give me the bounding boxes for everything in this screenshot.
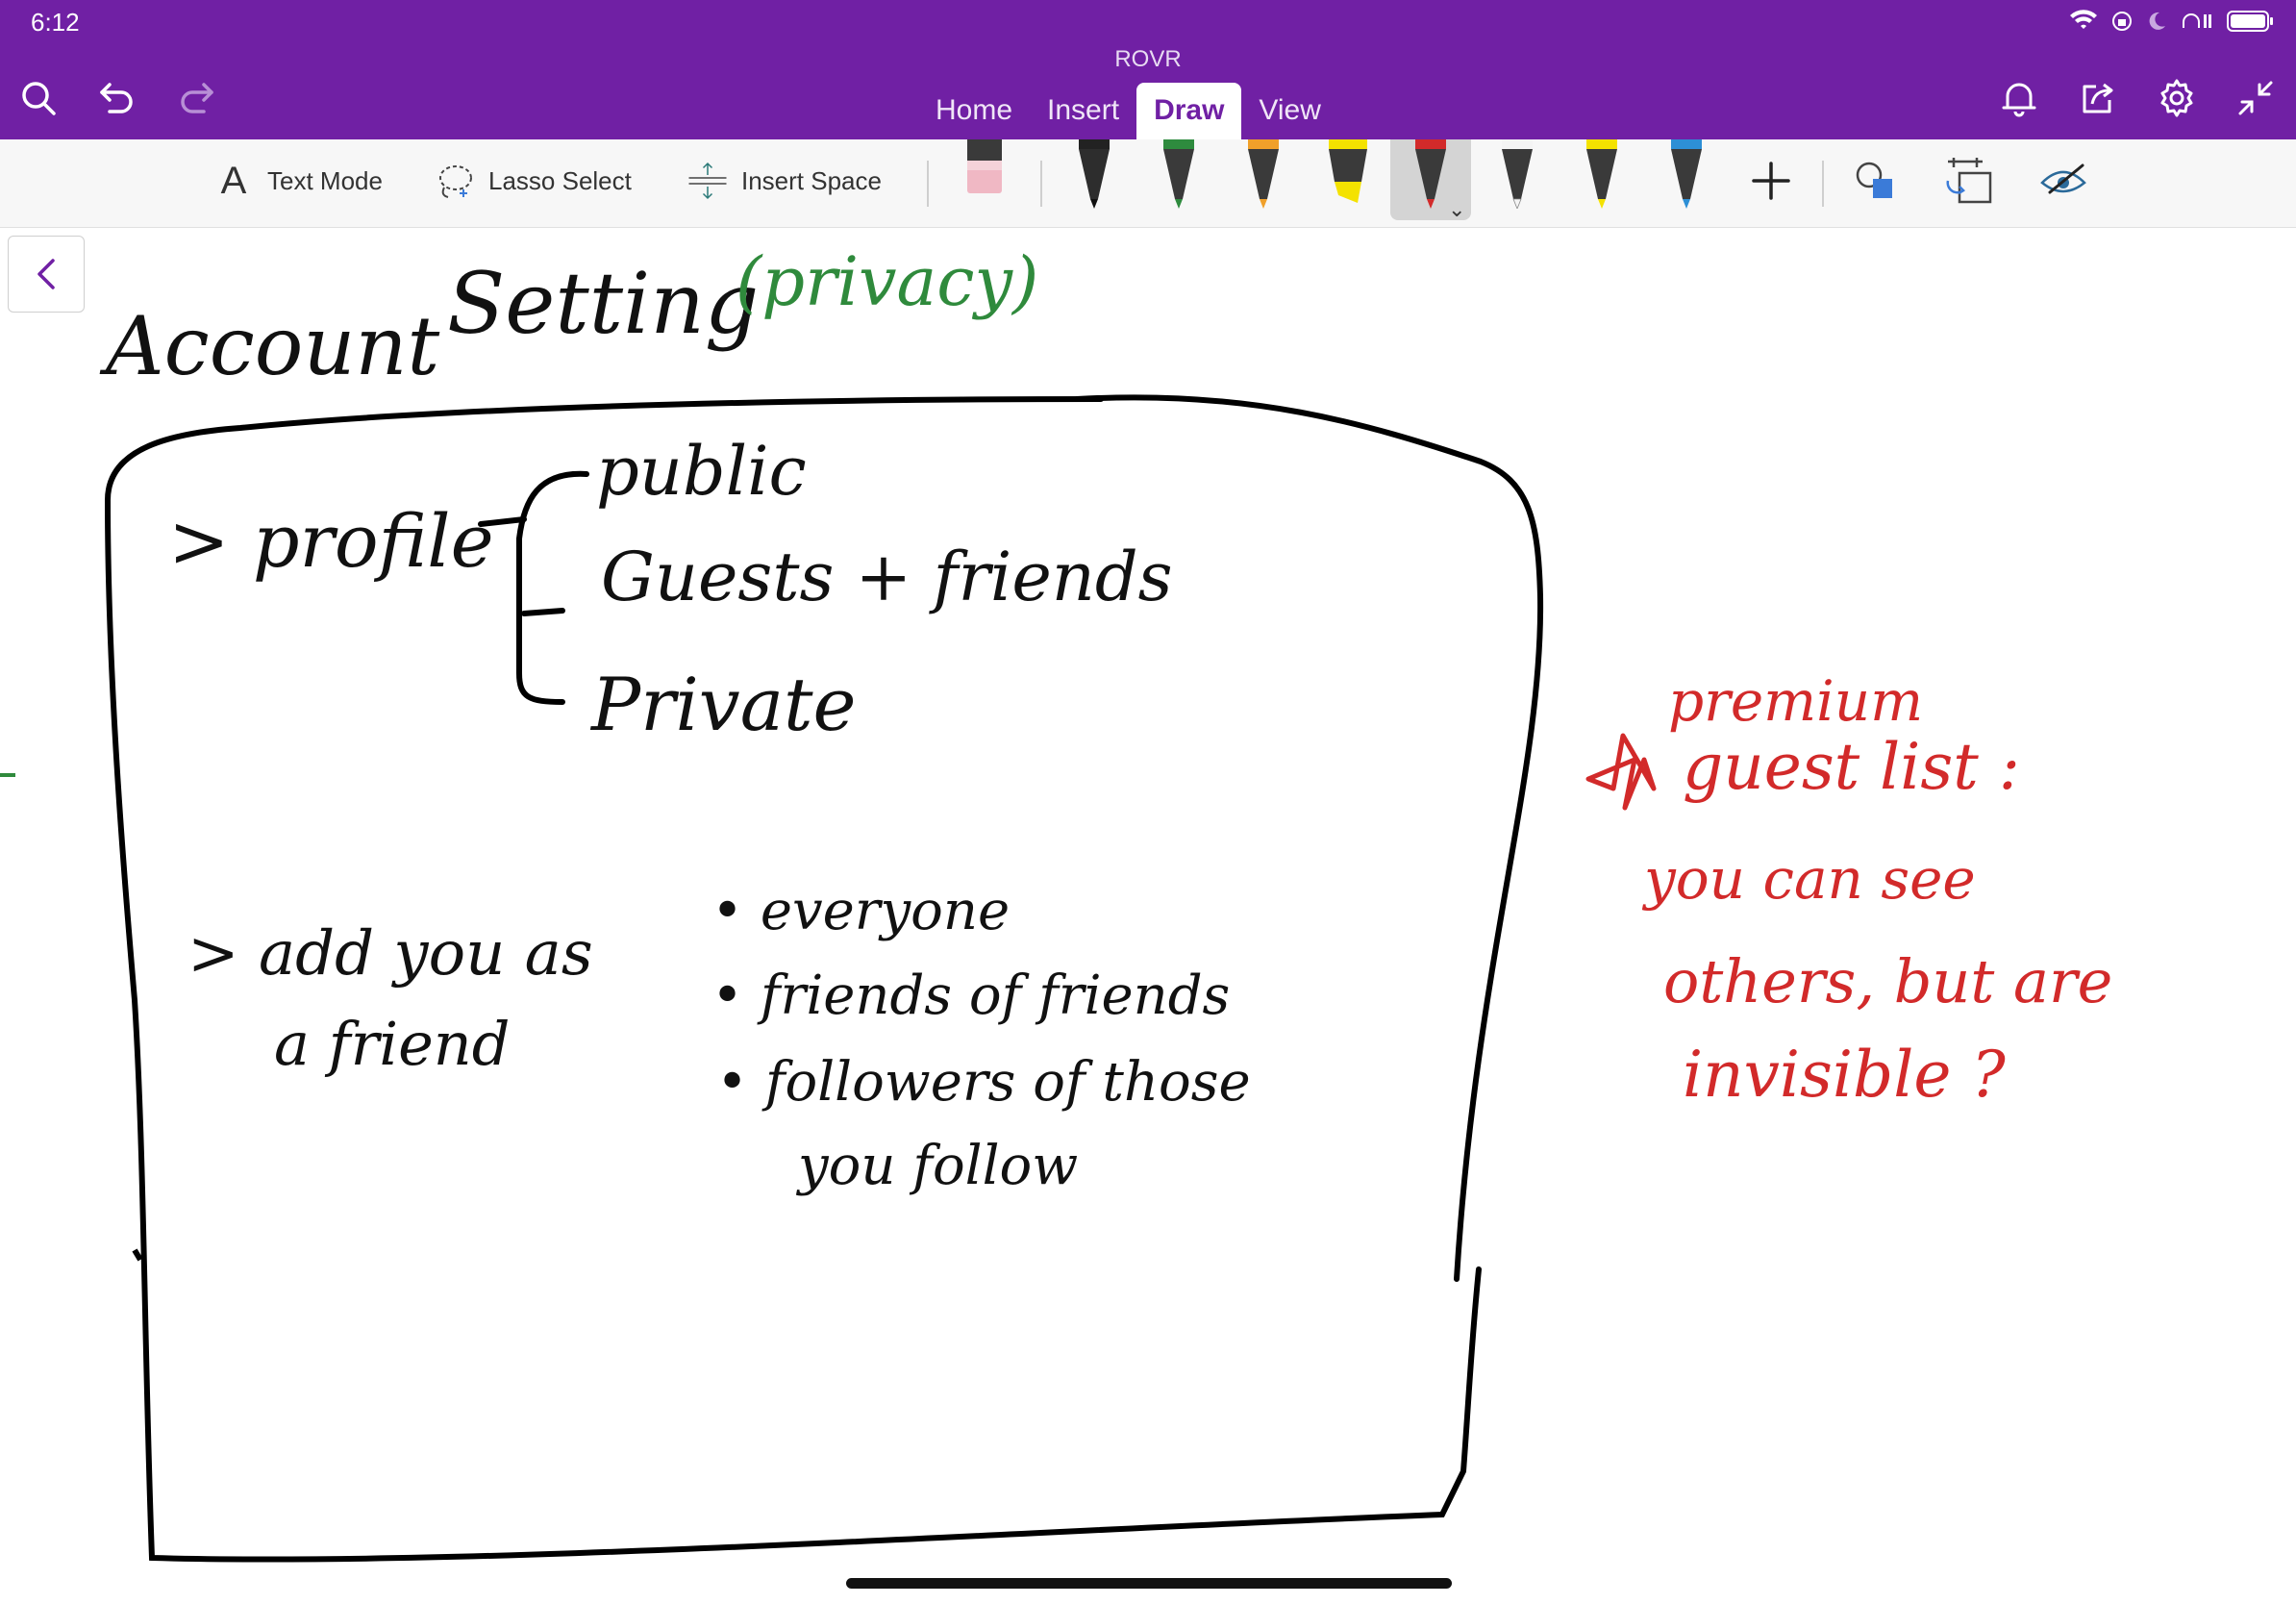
ink-to-shape-button[interactable]	[1942, 154, 1996, 208]
ink-add-you-as: > add you as	[187, 918, 593, 990]
ink-profile: > profile	[168, 498, 494, 584]
text-mode-button[interactable]: A Text Mode	[213, 157, 383, 205]
pen-yellow-tool[interactable]	[1573, 139, 1631, 209]
collapse-button[interactable]	[2234, 77, 2277, 119]
orientation-lock-icon	[2111, 11, 2133, 37]
ink-guest-list: guest list :	[1683, 730, 2021, 804]
bell-icon	[2002, 83, 2036, 117]
tab-view[interactable]: View	[1241, 83, 1337, 139]
ribbon-tabs: Home Insert Draw View	[918, 83, 1338, 139]
chevron-down-icon: ⌄	[1448, 197, 1466, 221]
battery-icon	[2227, 10, 2275, 38]
ink-followers: • followers of those	[716, 1051, 1251, 1114]
ink-setting: Setting	[447, 254, 760, 353]
highlighter-yellow-tool[interactable]	[1319, 139, 1377, 209]
shapes-icon	[1856, 162, 1892, 198]
pen-yellow-icon	[1586, 139, 1617, 209]
app-title: ROVR	[1114, 46, 1182, 72]
notifications-button[interactable]	[1998, 77, 2040, 119]
pencil-orange-icon	[1248, 139, 1279, 209]
insert-space-icon	[687, 161, 728, 201]
ink-premium: premium	[1668, 668, 1924, 734]
tab-insert[interactable]: Insert	[1030, 83, 1136, 139]
ink-friends-of-friends: • friends of friends	[711, 965, 1231, 1027]
ink-to-shape-icon	[1946, 158, 1992, 204]
redo-button[interactable]	[175, 77, 217, 119]
ink-drawing-box	[104, 394, 1657, 1563]
tab-home[interactable]: Home	[918, 83, 1030, 139]
lasso-select-label: Lasso Select	[488, 165, 632, 195]
status-time: 6:12	[31, 8, 80, 37]
ink-invisible: invisible ?	[1683, 1038, 2006, 1112]
ribbon-divider	[1822, 161, 1824, 207]
undo-icon	[100, 83, 133, 113]
tab-draw[interactable]: Draw	[1136, 83, 1242, 139]
collapse-icon	[2238, 81, 2273, 115]
moon-icon	[2146, 11, 2167, 37]
ink-a-friend: a friend	[274, 1009, 511, 1079]
eraser-tool[interactable]	[956, 139, 1013, 209]
insert-space-label: Insert Space	[741, 165, 882, 195]
plus-icon	[1752, 162, 1790, 200]
pen-green-icon	[1163, 139, 1194, 209]
ink-public: public	[596, 432, 807, 511]
share-icon	[2083, 83, 2113, 113]
home-indicator[interactable]	[846, 1578, 1452, 1589]
lasso-icon	[435, 161, 475, 201]
lasso-select-button[interactable]: Lasso Select	[435, 157, 632, 205]
wifi-icon	[2069, 10, 2098, 38]
undo-button[interactable]	[96, 77, 138, 119]
ink-privacy: (privacy)	[736, 242, 1039, 321]
pen-blue-icon	[1671, 139, 1702, 209]
insert-space-button[interactable]: Insert Space	[687, 157, 882, 205]
ink-you-follow: you follow	[798, 1135, 1079, 1197]
ink-you-can-see: you can see	[1644, 846, 1976, 912]
ink-private: Private	[591, 662, 857, 747]
hide-ink-button[interactable]	[2036, 154, 2090, 208]
pen-white-icon	[1502, 139, 1533, 211]
search-icon	[22, 82, 56, 115]
highlighter-icon	[1329, 139, 1367, 203]
ink-others-but-are: others, but are	[1663, 946, 2113, 1016]
pen-red-tool[interactable]: ⌄	[1390, 139, 1471, 221]
ink-guests-friends: Guests + friends	[601, 538, 1173, 616]
pen-black-icon	[1079, 139, 1110, 209]
status-icons	[2069, 10, 2275, 38]
shapes-button[interactable]	[1848, 154, 1902, 208]
ribbon-divider	[1040, 161, 1042, 207]
redo-icon	[181, 83, 213, 113]
headphones-icon	[2181, 11, 2213, 37]
pen-white-tool[interactable]	[1488, 139, 1546, 211]
eraser-icon	[967, 139, 1002, 193]
ink-account: Account	[106, 299, 440, 393]
pencil-orange-tool[interactable]	[1235, 139, 1292, 209]
eye-pen-icon	[2040, 163, 2086, 194]
settings-button[interactable]	[2156, 77, 2198, 119]
text-mode-label: Text Mode	[267, 165, 383, 195]
share-button[interactable]	[2077, 77, 2119, 119]
search-button[interactable]	[17, 77, 60, 119]
pen-blue-tool[interactable]	[1658, 139, 1715, 209]
app-header-bar: 6:12 ROVR Home Insert Draw View	[0, 0, 2296, 139]
pen-black-tool[interactable]	[1065, 139, 1123, 209]
ribbon-divider	[927, 161, 929, 207]
pen-green-tool[interactable]	[1150, 139, 1208, 209]
ink-everyone: • everyone	[711, 880, 1011, 942]
draw-ribbon: A Text Mode Lasso Select Insert Space ⌄	[0, 139, 2296, 228]
add-pen-button[interactable]	[1744, 154, 1798, 208]
gear-icon	[2160, 79, 2193, 117]
text-mode-icon: A	[220, 159, 247, 202]
